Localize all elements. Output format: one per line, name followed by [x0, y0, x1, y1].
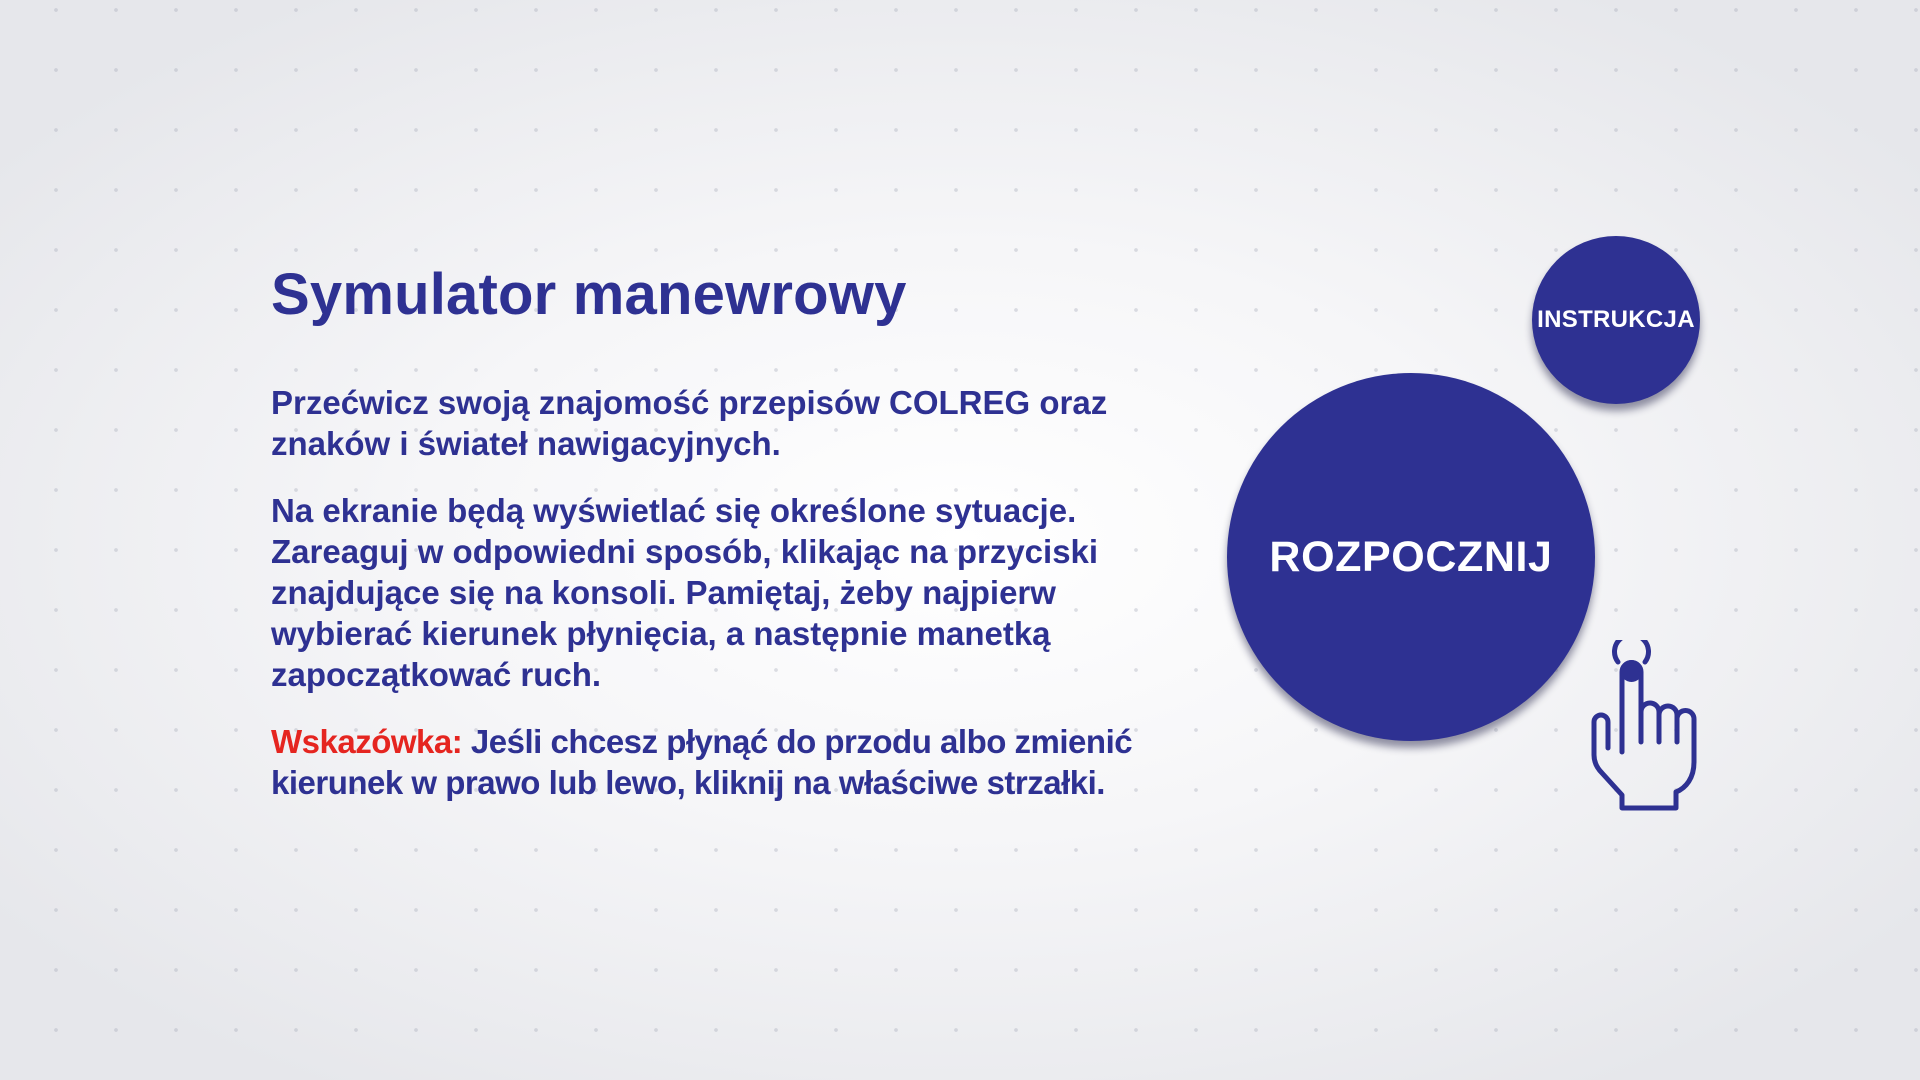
instruction-button-label: INSTRUKCJA [1537, 306, 1695, 333]
hint-label: Wskazówka: [271, 723, 463, 760]
start-button[interactable]: ROZPOCZNIJ [1227, 373, 1595, 741]
intro-paragraph: Przećwicz swoją znajomość przepisów COLR… [271, 384, 1108, 462]
hint-paragraph: Wskazówka: Jeśli chcesz płynąć do przodu… [271, 721, 1171, 803]
instructions-paragraph: Na ekranie będą wyświetlać się określone… [271, 492, 1099, 693]
intro-panel: Symulator manewrowy Przećwicz swoją znaj… [271, 258, 1171, 803]
page-title: Symulator manewrowy [271, 262, 907, 327]
tap-hand-icon [1591, 640, 1697, 811]
start-button-label: ROZPOCZNIJ [1269, 532, 1553, 581]
instruction-button[interactable]: INSTRUKCJA [1532, 236, 1700, 404]
